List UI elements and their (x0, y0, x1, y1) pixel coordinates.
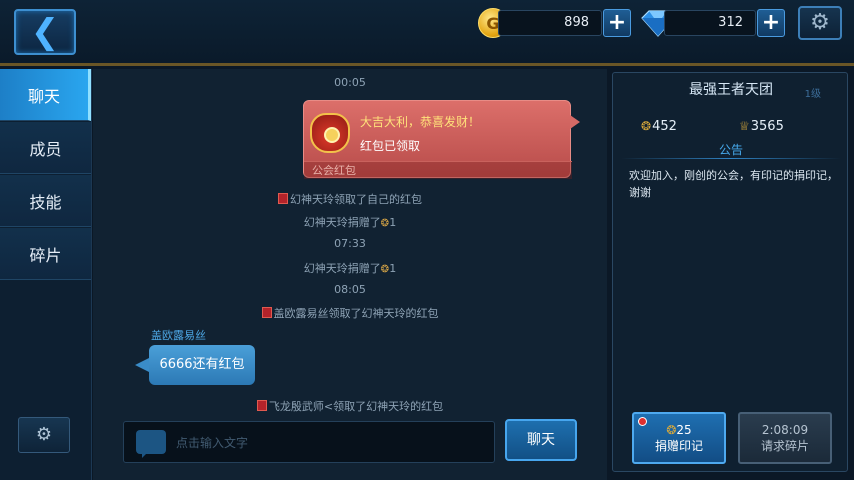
tab-label: 聊天 (27, 86, 60, 106)
gold-counter: 898 (498, 10, 602, 36)
chat-panel[interactable]: 00:05 大吉大利，恭喜发财！ 红包已领取 公会红包 幻神天玲领取了自己的红包… (93, 69, 607, 480)
chat-timestamp: 08:05 (334, 283, 366, 296)
gear-icon: ⚙ (35, 424, 53, 445)
donate-count: ❂25 (666, 423, 692, 437)
notification-dot (638, 417, 647, 426)
gem-counter: 312 (664, 10, 756, 36)
system-message: 幻神天玲捐赠了❂1 (303, 262, 397, 275)
add-gold-button[interactable]: + (603, 9, 631, 37)
chat-input-placeholder: 点击输入文字 (176, 436, 249, 450)
donate-label: 捐赠印记 (654, 439, 703, 453)
tab-chat[interactable]: 聊天 (0, 69, 91, 121)
emblem-icon: ❂ (380, 218, 390, 229)
chat-bubble: 6666还有红包 (135, 345, 255, 385)
system-message: 幻神天玲领取了自己的红包 (93, 191, 607, 207)
red-packet-icon (256, 400, 267, 411)
tab-label: 成员 (29, 139, 62, 159)
tab-members[interactable]: 成员 (0, 122, 91, 174)
donate-emblem-button[interactable]: ❂25 捐赠印记 (632, 412, 726, 464)
tab-fragments[interactable]: 碎片 (0, 228, 91, 280)
red-packet-footer: 公会红包 (304, 161, 572, 179)
tab-skills[interactable]: 技能 (0, 175, 91, 227)
emblem-icon: ❂ (380, 264, 390, 275)
divider (621, 158, 841, 159)
emblem-stat: ❂452 (641, 119, 677, 134)
notice-text: 欢迎加入，刚创的公会，有印记的捐印记，谢谢 (629, 169, 838, 199)
request-timer: 2:08:09 (761, 423, 809, 437)
guild-level: 1级 (804, 89, 821, 100)
red-packet-icon (261, 307, 272, 318)
notice-title: 公告 (718, 143, 743, 157)
sender-name[interactable]: 盖欧露易丝 (151, 327, 206, 343)
nav-settings-button[interactable]: ⚙ (18, 417, 70, 453)
send-chat-button[interactable]: 聊天 (505, 419, 577, 461)
trophy-stat: ♕3565 (739, 119, 784, 134)
request-fragments-button[interactable]: 2:08:09 请求碎片 (738, 412, 832, 464)
plus-icon: + (761, 10, 781, 35)
red-packet-status: 红包已领取 (360, 139, 421, 153)
chat-input[interactable]: 点击输入文字 (123, 421, 495, 463)
add-gems-button[interactable]: + (757, 9, 785, 37)
emblem-icon: ❂ (666, 423, 677, 437)
money-bag-icon (310, 113, 350, 153)
speech-bubble-icon (136, 430, 166, 458)
back-arrow-icon: ❮ (30, 12, 60, 52)
trophy-icon: ♕ (739, 119, 750, 133)
back-button[interactable]: ❮ (14, 9, 76, 55)
gear-icon: ⚙ (810, 10, 830, 35)
emblem-icon: ❂ (641, 119, 652, 133)
guild-info-panel: 最强王者天团 1级 ❂452 ♕3565 公告 欢迎加入，刚创的公会，有印记的捐… (612, 72, 848, 472)
system-message: 飞龙殷武师<领取了幻神天玲的红包 (93, 398, 607, 414)
request-label: 请求碎片 (760, 439, 809, 453)
red-packet-icon (278, 193, 288, 204)
system-message: 幻神天玲捐赠了❂1 (303, 216, 397, 229)
guild-nav: 聊天 成员 技能 碎片 ⚙ (0, 69, 92, 480)
gold-value: 898 (564, 15, 589, 30)
chat-timestamp: 00:05 (334, 76, 366, 89)
plus-icon: + (607, 10, 627, 35)
settings-button[interactable]: ⚙ (798, 6, 842, 40)
tab-label: 碎片 (29, 245, 62, 265)
gem-value: 312 (718, 15, 743, 30)
red-packet-message[interactable]: 大吉大利，恭喜发财！ 红包已领取 公会红包 (303, 100, 580, 179)
top-bar: ❮ G 898 + 312 + ⚙ (0, 0, 854, 66)
chat-timestamp: 07:33 (334, 237, 366, 250)
system-message: 盖欧露易丝领取了幻神天玲的红包 (93, 305, 607, 321)
red-packet-title: 大吉大利，恭喜发财！ (360, 115, 481, 129)
tab-label: 技能 (29, 192, 62, 212)
